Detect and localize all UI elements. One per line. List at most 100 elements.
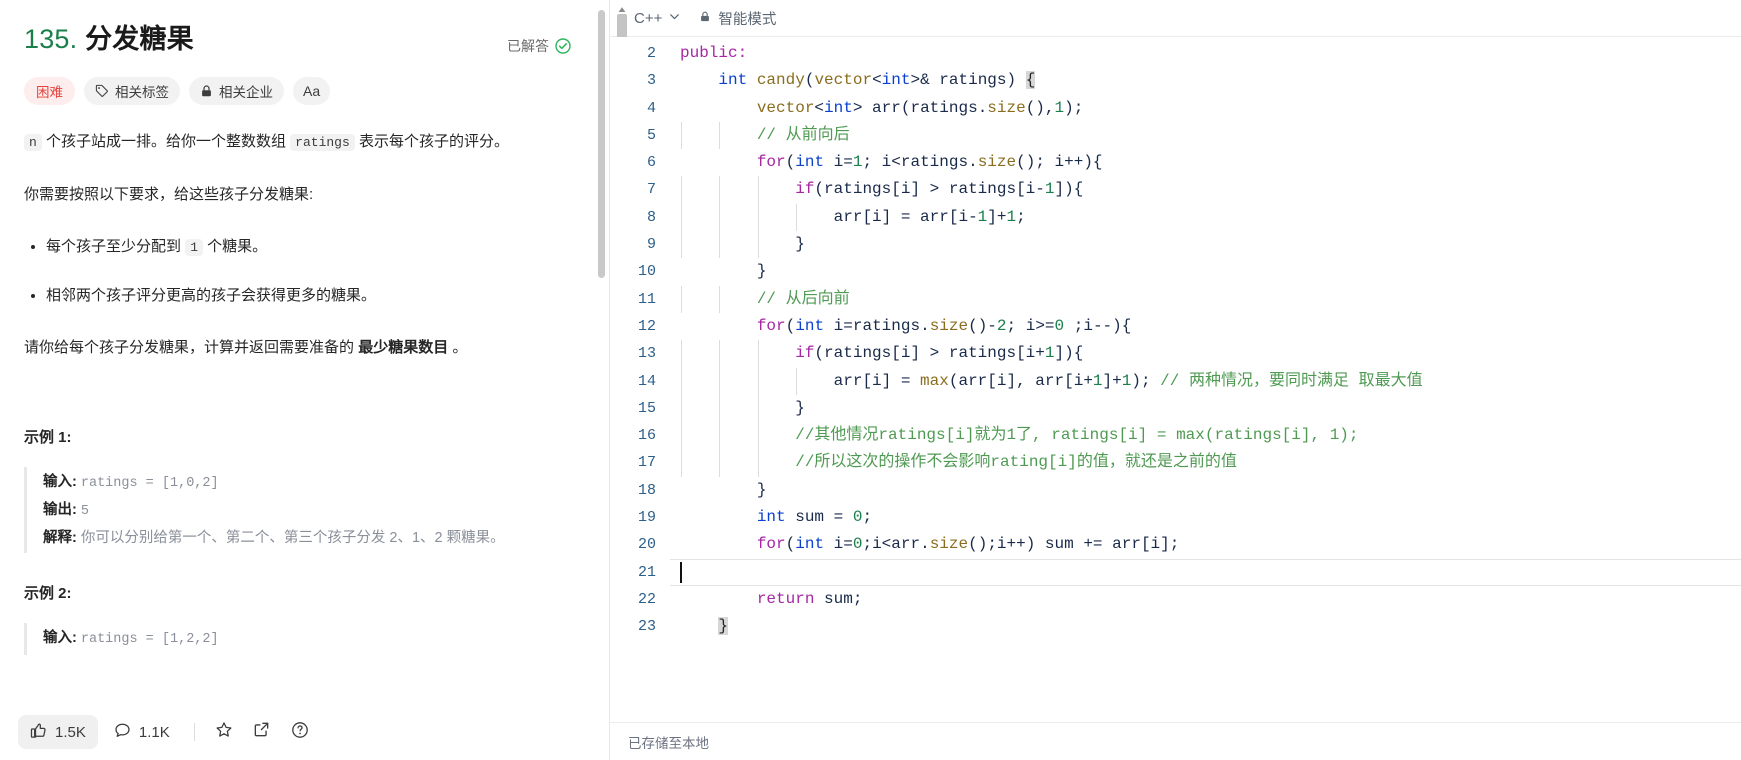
code-token: ); bbox=[1131, 371, 1161, 390]
code-line-text[interactable]: // 从后向前 bbox=[670, 285, 850, 313]
code-token: // 两种情况，要同时满足 取最大值 bbox=[1160, 371, 1423, 390]
scroll-up-arrow-icon[interactable] bbox=[617, 2, 627, 12]
code-line[interactable]: 8 arr[i] = arr[i-1]+1; bbox=[610, 203, 1741, 232]
code-token: ( bbox=[814, 344, 825, 363]
code-line[interactable]: 15 } bbox=[610, 394, 1741, 423]
code-line-text[interactable]: //所以这次的操作不会影响rating[i]的值，就还是之前的值 bbox=[670, 449, 1237, 477]
language-selector[interactable]: C++ bbox=[634, 10, 681, 27]
code-token: size bbox=[977, 153, 1017, 172]
code-line-text[interactable]: int candy(vector<int>& ratings) { bbox=[670, 67, 1036, 94]
code-line[interactable]: 9 } bbox=[610, 231, 1741, 259]
example-1-input-label: 输入: bbox=[43, 474, 77, 491]
font-size-button[interactable]: Aa bbox=[293, 77, 331, 106]
difficulty-badge[interactable]: 困难 bbox=[24, 77, 75, 106]
code-token: } bbox=[756, 262, 767, 281]
code-line-text[interactable]: if(ratings[i] > ratings[i+1]){ bbox=[670, 340, 1083, 368]
code-line[interactable]: 4 vector<int> arr(ratings.size(),1); bbox=[610, 95, 1741, 122]
indent-guide bbox=[681, 231, 682, 259]
code-line-text[interactable]: public: bbox=[670, 40, 747, 67]
comment-button[interactable]: 1.1K bbox=[102, 715, 182, 749]
code-line-text[interactable]: // 从前向后 bbox=[670, 121, 850, 150]
companies-button[interactable]: 相关企业 bbox=[189, 77, 284, 106]
code-line[interactable]: 14 arr[i] = max(arr[i], arr[i+1]+1); // … bbox=[610, 367, 1741, 395]
code-line[interactable]: 12 for(int i=ratings.size()-2; i>=0 ;i--… bbox=[610, 313, 1741, 340]
indent-guide bbox=[757, 367, 759, 395]
code-token: ( bbox=[785, 535, 796, 554]
code-line[interactable]: 21 bbox=[610, 558, 1741, 586]
code-line[interactable]: 17 //所以这次的操作不会影响rating[i]的值，就还是之前的值 bbox=[610, 449, 1741, 477]
code-token: [i- bbox=[948, 207, 978, 226]
code-line-text[interactable]: } bbox=[670, 231, 805, 259]
code-line-text[interactable]: arr[i] = arr[i-1]+1; bbox=[670, 203, 1026, 232]
code-token: int bbox=[795, 535, 825, 554]
code-line[interactable]: 10 } bbox=[610, 258, 1741, 285]
code-line-text[interactable]: } bbox=[670, 477, 767, 504]
code-token: . bbox=[977, 98, 988, 117]
code-token: int bbox=[756, 508, 786, 527]
indent-guide bbox=[681, 121, 682, 150]
code-line[interactable]: 23 } bbox=[610, 613, 1741, 640]
code-line-text[interactable]: if(ratings[i] > ratings[i-1]){ bbox=[670, 176, 1083, 204]
code-line[interactable]: 16 //其他情况ratings[i]就为1了, ratings[i] = ma… bbox=[610, 422, 1741, 450]
code-token: int bbox=[824, 98, 853, 117]
code-line-text[interactable]: } bbox=[670, 258, 767, 285]
code-token: ; i< bbox=[862, 153, 901, 172]
code-line-text[interactable]: } bbox=[670, 613, 729, 640]
indent-guide bbox=[757, 176, 759, 204]
code-line[interactable]: 5 // 从前向后 bbox=[610, 121, 1741, 150]
code-line-text[interactable]: arr[i] = max(arr[i], arr[i+1]+1); // 两种情… bbox=[670, 367, 1423, 395]
description-scrollbar[interactable] bbox=[598, 0, 605, 632]
code-line-text[interactable]: //其他情况ratings[i]就为1了, ratings[i] = max(r… bbox=[670, 422, 1359, 450]
code-line[interactable]: 3 int candy(vector<int>& ratings) { bbox=[610, 67, 1741, 94]
code-token: ) bbox=[1006, 71, 1026, 90]
line-number: 14 bbox=[637, 372, 656, 390]
code-token: int bbox=[795, 316, 825, 335]
code-line[interactable]: 7 if(ratings[i] > ratings[i-1]){ bbox=[610, 176, 1741, 204]
topics-button[interactable]: 相关标签 bbox=[84, 77, 180, 106]
indent-guide bbox=[719, 449, 721, 477]
example-2-heading: 示例 2: bbox=[24, 585, 72, 603]
code-line[interactable]: 11 // 从后向前 bbox=[610, 285, 1741, 313]
help-button[interactable] bbox=[283, 715, 317, 749]
code-line[interactable]: 18 } bbox=[610, 477, 1741, 504]
code-token: [i- bbox=[1016, 180, 1045, 199]
code-token: arr bbox=[1112, 535, 1141, 554]
code-line-text[interactable]: for(int i=ratings.size()-2; i>=0 ;i--){ bbox=[670, 313, 1132, 340]
code-line[interactable]: 19 int sum = 0; bbox=[610, 504, 1741, 531]
line-number: 20 bbox=[637, 536, 656, 554]
lock-icon bbox=[699, 10, 711, 27]
code-line-text[interactable]: vector<int> arr(ratings.size(),1); bbox=[670, 95, 1084, 122]
check-circle-icon bbox=[555, 38, 571, 54]
code-lines-container[interactable]: 2 public: 3 int candy(vector<int>& ratings… bbox=[610, 37, 1741, 722]
code-line-text[interactable]: for(int i=0;i<arr.size();i++) sum += arr… bbox=[670, 531, 1180, 558]
code-line-text[interactable]: } bbox=[670, 394, 805, 423]
code-token: < bbox=[872, 71, 882, 90]
like-button[interactable]: 1.5K bbox=[18, 715, 98, 749]
code-token: int bbox=[795, 153, 825, 172]
code-line[interactable]: 22 return sum; bbox=[610, 586, 1741, 613]
problem-title: 分发糖果 bbox=[85, 24, 194, 54]
companies-label: 相关企业 bbox=[219, 85, 273, 101]
favorite-button[interactable] bbox=[207, 715, 241, 749]
code-line[interactable]: 2 public: bbox=[610, 40, 1741, 67]
code-line-text[interactable]: return sum; bbox=[670, 586, 863, 613]
problem-description-panel: 135. 分发糖果 已解答 困难 相关标签 相关企业 Aa n 个孩子站成一排。… bbox=[0, 0, 610, 760]
code-line-text[interactable] bbox=[670, 559, 682, 586]
editor-code-surface[interactable]: 2 public: 3 int candy(vector<int>& ratings… bbox=[610, 37, 1741, 722]
code-line-text[interactable]: for(int i=1; i<ratings.size(); i++){ bbox=[670, 149, 1103, 176]
share-button[interactable] bbox=[245, 715, 279, 749]
code-line[interactable]: 20 for(int i=0;i<arr.size();i++) sum += … bbox=[610, 531, 1741, 558]
language-label: C++ bbox=[634, 9, 663, 27]
code-line[interactable]: 6 for(int i=1; i<ratings.size(); i++){ bbox=[610, 149, 1741, 176]
code-token: 1 bbox=[1092, 371, 1103, 390]
scrollbar-thumb[interactable] bbox=[598, 10, 605, 278]
code-line-text[interactable]: int sum = 0; bbox=[670, 504, 872, 531]
page-title: 135. 分发糖果 bbox=[24, 22, 194, 57]
line-number: 9 bbox=[646, 236, 656, 254]
smart-mode-label: 智能模式 bbox=[718, 11, 777, 28]
code-token: ratings bbox=[824, 180, 892, 199]
smart-mode-toggle[interactable]: 智能模式 bbox=[699, 8, 776, 29]
code-token: 1 bbox=[1006, 207, 1017, 226]
code-token: // 从后向前 bbox=[756, 289, 850, 308]
code-line[interactable]: 13 if(ratings[i] > ratings[i+1]){ bbox=[610, 340, 1741, 368]
